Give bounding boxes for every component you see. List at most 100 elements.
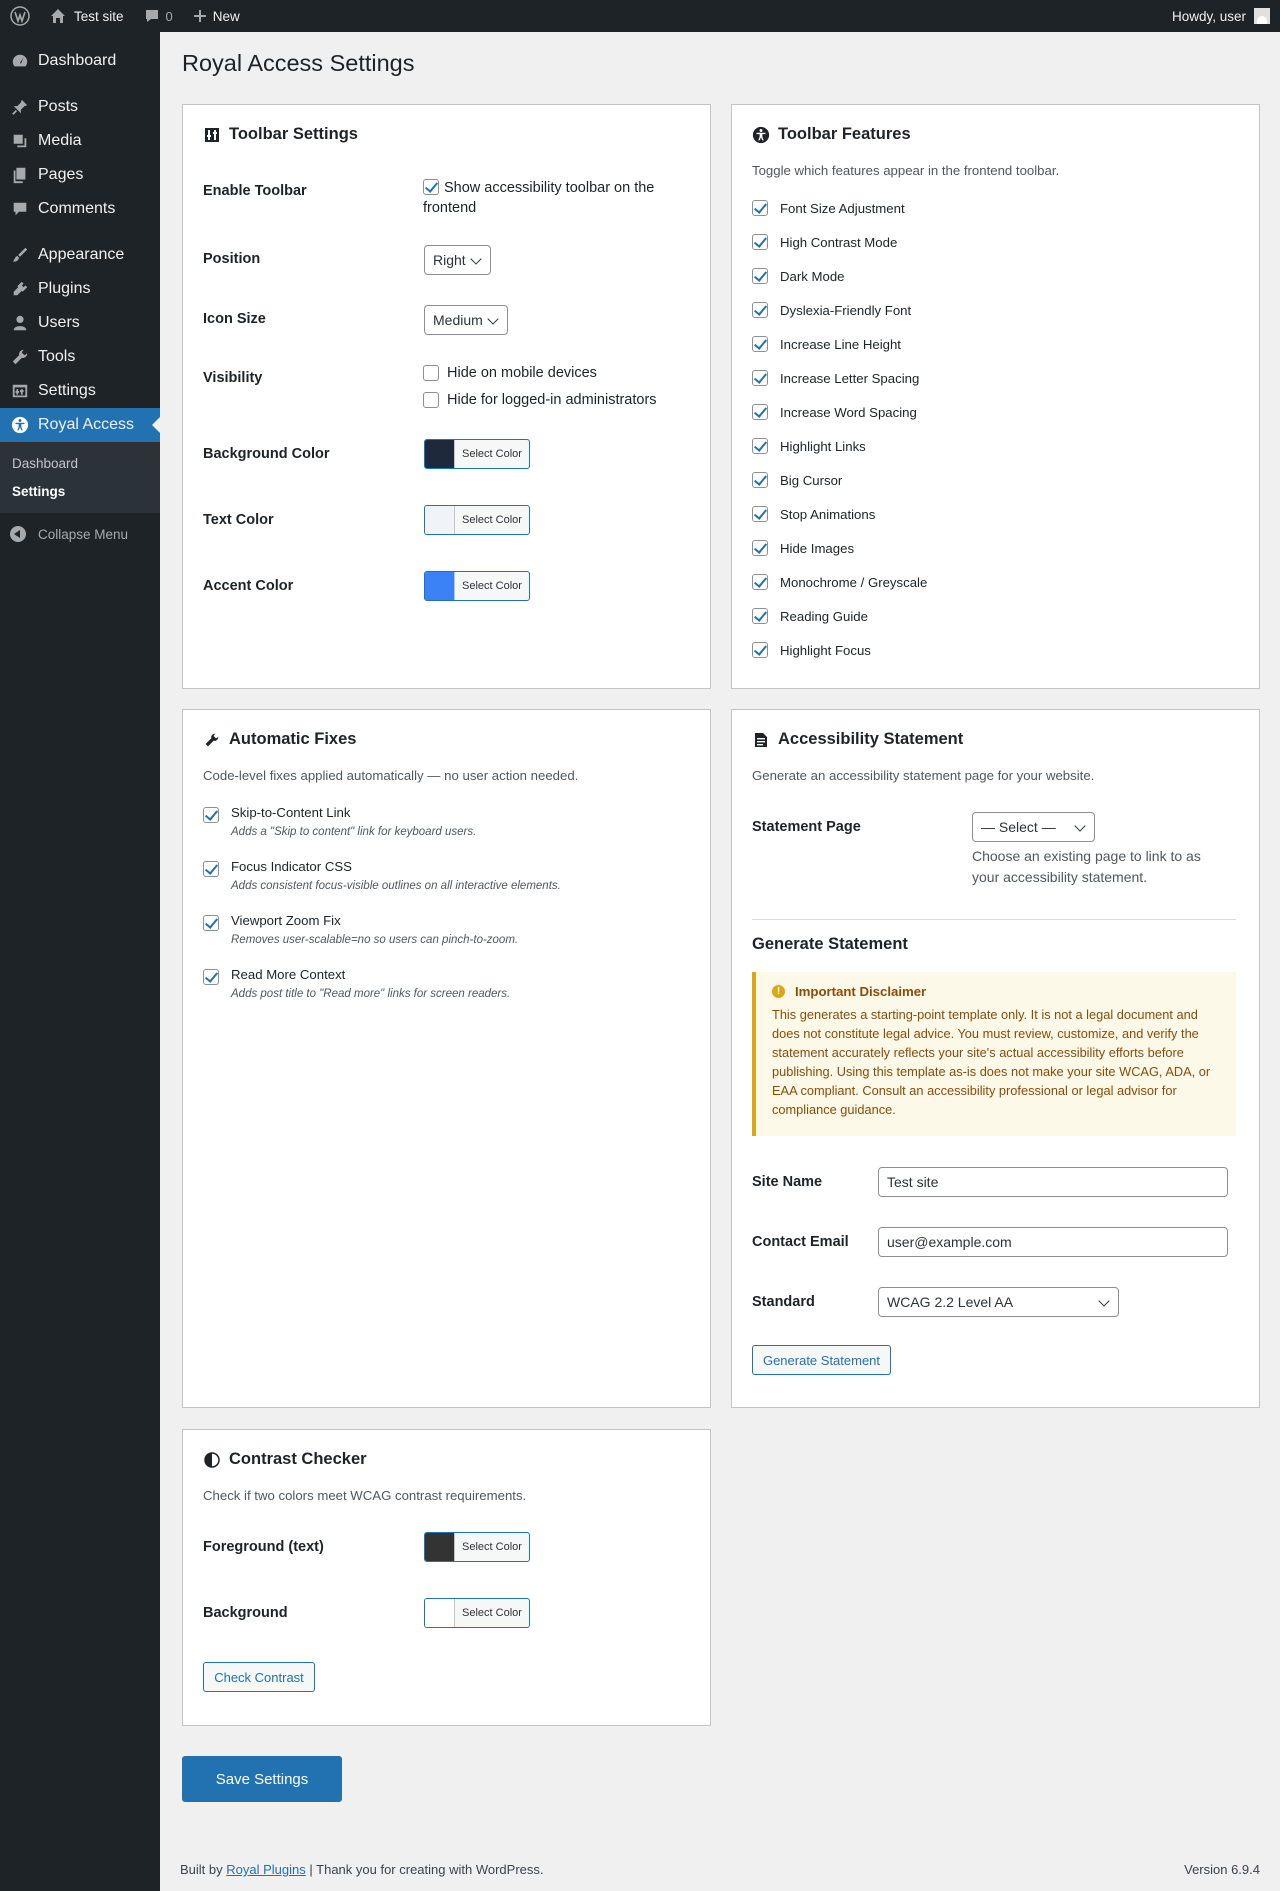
feature-item[interactable]: Big Cursor xyxy=(752,472,842,488)
my-account-link[interactable]: Howdy, user xyxy=(1162,0,1280,32)
fix-checkbox[interactable] xyxy=(203,861,219,877)
enable-toolbar-checkbox[interactable] xyxy=(423,179,439,195)
hide-mobile-option[interactable]: Hide on mobile devices xyxy=(423,365,597,381)
foreground-color-button[interactable]: Select Color xyxy=(424,1532,530,1562)
check-contrast-button[interactable]: Check Contrast xyxy=(203,1662,315,1692)
sidebar-item-posts[interactable]: Posts xyxy=(0,90,160,124)
sidebar-item-plugins[interactable]: Plugins xyxy=(0,272,160,306)
sidebar-item-media[interactable]: Media xyxy=(0,124,160,158)
toolbar-settings-card: Toolbar Settings Enable Toolbar Show acc… xyxy=(182,104,711,689)
sidebar-item-appearance[interactable]: Appearance xyxy=(0,238,160,272)
contrast-checker-card: Contrast Checker Check if two colors mee… xyxy=(182,1429,711,1726)
feature-checkbox[interactable] xyxy=(752,370,768,386)
admin-sidebar: Dashboard Posts Media Pages Comments App… xyxy=(0,32,160,1891)
royal-plugins-link[interactable]: Royal Plugins xyxy=(226,1862,306,1877)
hide-admins-checkbox[interactable] xyxy=(423,392,439,408)
feature-item[interactable]: Dyslexia-Friendly Font xyxy=(752,302,911,318)
fix-item[interactable]: Focus Indicator CSS Adds consistent focus… xyxy=(203,859,561,892)
feature-item[interactable]: Reading Guide xyxy=(752,608,868,624)
icon-size-select[interactable]: Medium xyxy=(424,305,508,335)
home-icon xyxy=(50,8,66,24)
text-color-swatch xyxy=(425,506,455,534)
feature-checkbox[interactable] xyxy=(752,336,768,352)
feature-checkbox[interactable] xyxy=(752,540,768,556)
feature-item[interactable]: Font Size Adjustment xyxy=(752,200,905,216)
feature-checkbox[interactable] xyxy=(752,404,768,420)
feature-checkbox[interactable] xyxy=(752,438,768,454)
feature-label: Reading Guide xyxy=(780,608,868,624)
feature-label: Highlight Links xyxy=(780,438,866,454)
feature-checkbox[interactable] xyxy=(752,506,768,522)
feature-item[interactable]: High Contrast Mode xyxy=(752,234,897,250)
fix-item[interactable]: Read More Context Adds post title to "Rea… xyxy=(203,967,510,1000)
hide-mobile-checkbox[interactable] xyxy=(423,365,439,381)
feature-item[interactable]: Dark Mode xyxy=(752,268,845,284)
feature-checkbox[interactable] xyxy=(752,200,768,216)
collapse-menu-button[interactable]: Collapse Menu xyxy=(0,517,160,551)
sidebar-item-settings[interactable]: Settings xyxy=(0,374,160,408)
sidebar-item-label: Users xyxy=(38,314,80,331)
submenu-item-dashboard[interactable]: Dashboard xyxy=(0,449,160,477)
text-color-button[interactable]: Select Color xyxy=(424,505,530,535)
feature-label: Increase Word Spacing xyxy=(780,404,917,420)
feature-label: Highlight Focus xyxy=(780,642,871,658)
sidebar-item-tools[interactable]: Tools xyxy=(0,340,160,374)
sidebar-item-users[interactable]: Users xyxy=(0,306,160,340)
statement-page-help: Choose an existing page to link to as yo… xyxy=(972,846,1201,888)
sidebar-item-pages[interactable]: Pages xyxy=(0,158,160,192)
statement-page-select[interactable]: — Select — xyxy=(972,812,1095,842)
hide-admins-text: Hide for logged-in administrators xyxy=(447,392,657,408)
position-select[interactable]: Right xyxy=(424,245,491,275)
chevron-down-icon xyxy=(1074,820,1086,832)
hide-admins-option[interactable]: Hide for logged-in administrators xyxy=(423,392,657,408)
feature-checkbox[interactable] xyxy=(752,234,768,250)
feature-checkbox[interactable] xyxy=(752,642,768,658)
feature-item[interactable]: Increase Line Height xyxy=(752,336,901,352)
feature-label: Increase Line Height xyxy=(780,336,901,352)
feature-item[interactable]: Highlight Focus xyxy=(752,642,871,658)
site-name-link[interactable]: Test site xyxy=(40,0,134,32)
site-name-input[interactable]: Test site xyxy=(878,1167,1228,1197)
feature-checkbox[interactable] xyxy=(752,574,768,590)
submenu-item-settings[interactable]: Settings xyxy=(0,477,160,505)
fix-checkbox[interactable] xyxy=(203,915,219,931)
background-color-button[interactable]: Select Color xyxy=(424,1598,530,1628)
new-content-link[interactable]: New xyxy=(183,0,250,32)
footer-version: Version 6.9.4 xyxy=(1184,1862,1260,1877)
fix-checkbox[interactable] xyxy=(203,969,219,985)
feature-item[interactable]: Hide Images xyxy=(752,540,854,556)
feature-item[interactable]: Highlight Links xyxy=(752,438,866,454)
standard-select[interactable]: WCAG 2.2 Level AA xyxy=(878,1287,1119,1317)
divider xyxy=(752,919,1236,920)
card-title-text: Contrast Checker xyxy=(229,1450,367,1468)
generate-statement-button[interactable]: Generate Statement xyxy=(752,1345,891,1375)
sidebar-item-comments[interactable]: Comments xyxy=(0,192,160,226)
wordpress-logo-icon[interactable] xyxy=(0,0,40,32)
fix-checkbox[interactable] xyxy=(203,807,219,823)
fix-item[interactable]: Skip-to-Content Link Adds a "Skip to cont… xyxy=(203,805,476,838)
feature-item[interactable]: Increase Word Spacing xyxy=(752,404,917,420)
feature-item[interactable]: Increase Letter Spacing xyxy=(752,370,919,386)
feature-checkbox[interactable] xyxy=(752,608,768,624)
feature-checkbox[interactable] xyxy=(752,302,768,318)
card-title-text: Toolbar Features xyxy=(778,125,911,143)
plus-icon xyxy=(193,9,207,23)
feature-checkbox[interactable] xyxy=(752,472,768,488)
feature-checkbox[interactable] xyxy=(752,268,768,284)
site-name-label: Site Name xyxy=(752,1174,823,1190)
new-label: New xyxy=(212,8,240,24)
comments-link[interactable]: 0 xyxy=(134,0,183,32)
save-settings-button[interactable]: Save Settings xyxy=(182,1756,342,1802)
sidebar-item-dashboard[interactable]: Dashboard xyxy=(0,44,160,78)
feature-label: Stop Animations xyxy=(780,506,876,522)
comment-icon xyxy=(144,8,160,24)
plug-icon xyxy=(10,279,30,299)
contact-email-input[interactable]: user@example.com xyxy=(878,1227,1228,1257)
feature-item[interactable]: Monochrome / Greyscale xyxy=(752,574,927,590)
fix-item[interactable]: Viewport Zoom Fix Removes user-scalable=n… xyxy=(203,913,518,946)
accent-color-button[interactable]: Select Color xyxy=(424,571,530,601)
bg-color-button[interactable]: Select Color xyxy=(424,439,530,469)
sidebar-item-royal-access[interactable]: Royal Access xyxy=(0,408,160,442)
icon-size-label: Icon Size xyxy=(203,311,266,327)
feature-item[interactable]: Stop Animations xyxy=(752,506,875,522)
